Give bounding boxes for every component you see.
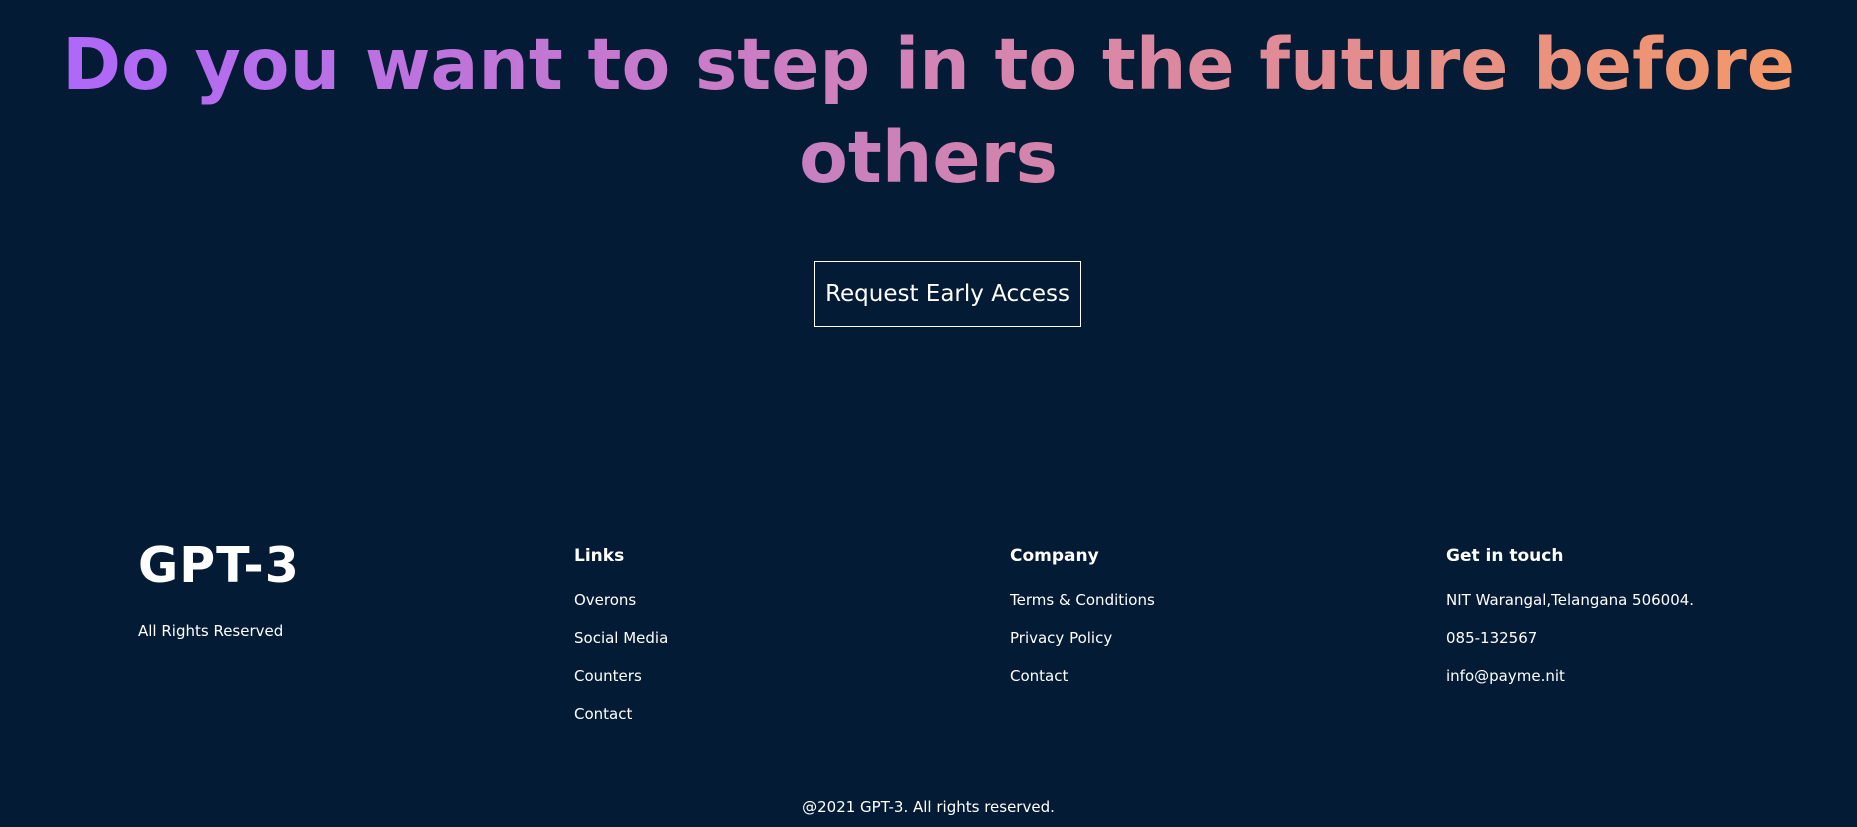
hero-heading: Do you want to step in to the future bef… xyxy=(0,18,1857,204)
footer-link-terms-conditions[interactable]: Terms & Conditions xyxy=(1010,590,1155,628)
footer-contact-phone: 085-132567 xyxy=(1446,629,1538,647)
footer-link-social-media[interactable]: Social Media xyxy=(574,628,668,666)
footer-link-contact[interactable]: Contact xyxy=(574,704,668,742)
footer-contact-title: Get in touch xyxy=(1446,546,1564,566)
hero-heading-line-2: others xyxy=(793,116,1064,199)
footer-links-title: Links xyxy=(574,546,625,566)
footer-links-column: Links Overons Social Media Counters Cont… xyxy=(574,544,668,742)
hero-heading-line-1: Do you want to step in to the future bef… xyxy=(56,23,1801,106)
request-early-access-button[interactable]: Request Early Access xyxy=(814,261,1081,327)
footer-contact-email[interactable]: info@payme.nit xyxy=(1446,666,1694,704)
footer-link-overons[interactable]: Overons xyxy=(574,590,668,628)
footer-contact-address: NIT Warangal,Telangana 506004. xyxy=(1446,591,1695,609)
footer-link-company-contact[interactable]: Contact xyxy=(1010,666,1155,704)
footer-rights-text: All Rights Reserved xyxy=(138,622,284,640)
footer-link-privacy-policy[interactable]: Privacy Policy xyxy=(1010,628,1155,666)
footer-contact-column: Get in touch NIT Warangal,Telangana 5060… xyxy=(1446,544,1694,704)
footer-link-counters[interactable]: Counters xyxy=(574,666,668,704)
footer-copyright: @2021 GPT-3. All rights reserved. xyxy=(802,798,1055,816)
footer-company-title: Company xyxy=(1010,546,1099,566)
footer-company-column: Company Terms & Conditions Privacy Polic… xyxy=(1010,544,1155,704)
page: Do you want to step in to the future bef… xyxy=(0,0,1857,827)
footer-logo: GPT-3 xyxy=(138,537,300,594)
